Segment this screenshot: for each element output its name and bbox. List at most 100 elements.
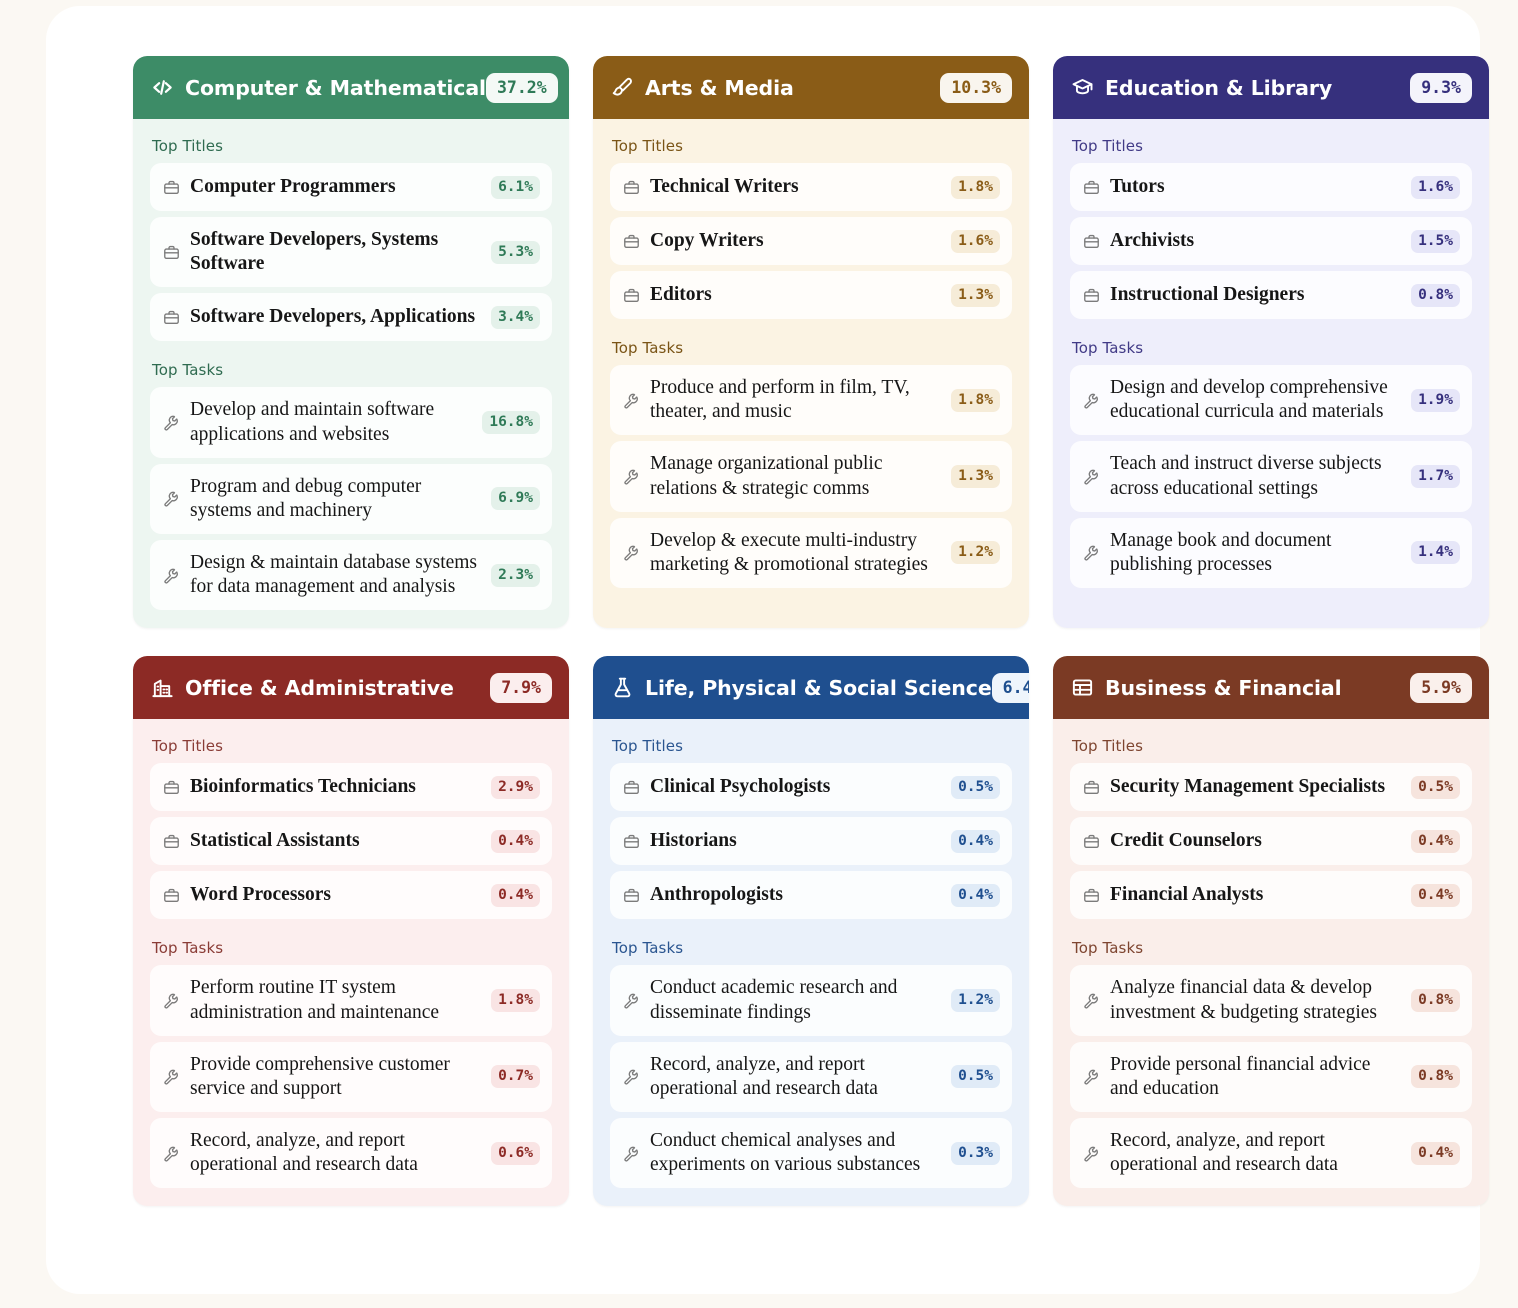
title-row[interactable]: Archivists 1.5%: [1070, 217, 1472, 265]
briefcase-icon: [623, 233, 640, 250]
section-label-top-titles: Top Titles: [1072, 137, 1144, 155]
graduation-cap-icon: [1071, 76, 1094, 99]
title-row[interactable]: Anthropologists 0.4%: [610, 871, 1012, 920]
section-label-top-tasks: Top Tasks: [612, 939, 684, 958]
task-row[interactable]: Manage book and document publishing proc…: [1070, 517, 1472, 589]
top-tasks-list: Develop and maintain software applicatio…: [150, 387, 552, 611]
task-label: Develop & execute multi-industry marketi…: [650, 529, 928, 575]
wrench-icon: [163, 1068, 180, 1085]
task-row[interactable]: Record, analyze, and report operational …: [610, 1041, 1012, 1113]
task-row[interactable]: Develop and maintain software applicatio…: [150, 387, 552, 458]
category-card: Computer & Mathematical 37.2% Top Titles Co…: [133, 56, 569, 629]
title-row[interactable]: Software Developers, Applications 3.4%: [150, 293, 552, 342]
task-percent: 0.7%: [491, 1065, 540, 1089]
title-label: Computer Programmers: [190, 175, 396, 197]
task-row[interactable]: Provide personal financial advice and ed…: [1070, 1041, 1472, 1113]
task-row[interactable]: Provide comprehensive customer service a…: [150, 1041, 552, 1113]
task-label: Analyze financial data & develop investm…: [1110, 977, 1377, 1023]
task-label: Teach and instruct diverse subjects acro…: [1110, 453, 1382, 499]
card-title: Computer & Mathematical: [185, 75, 486, 100]
wrench-icon: [1083, 1145, 1100, 1162]
task-row[interactable]: Conduct academic research and disseminat…: [610, 965, 1012, 1036]
office-building-icon: [151, 676, 174, 699]
task-percent: 1.8%: [491, 989, 540, 1013]
title-row[interactable]: Clinical Psychologists 0.5%: [610, 763, 1012, 812]
card-header: Business & Financial 5.9%: [1053, 656, 1489, 720]
top-titles-list: Bioinformatics Technicians 2.9% Statistica…: [150, 763, 552, 920]
task-label: Program and debug computer systems and m…: [190, 475, 422, 521]
briefcase-icon: [623, 287, 640, 304]
task-percent: 0.8%: [1411, 989, 1460, 1013]
card-body: Top Titles Tutors 1.6% Archivists 1.5% Instru…: [1053, 119, 1489, 628]
card-header: Office & Administrative 7.9%: [133, 656, 569, 720]
briefcase-icon: [1083, 179, 1100, 196]
title-row[interactable]: Credit Counselors 0.4%: [1070, 817, 1472, 866]
title-row[interactable]: Bioinformatics Technicians 2.9%: [150, 763, 552, 812]
title-percent: 2.9%: [491, 775, 540, 799]
task-label: Manage organizational public relations &…: [650, 453, 883, 499]
wrench-icon: [623, 544, 640, 561]
title-row[interactable]: Technical Writers 1.8%: [610, 163, 1012, 211]
task-percent: 16.8%: [482, 411, 540, 435]
task-label: Provide comprehensive customer service a…: [190, 1053, 450, 1099]
briefcase-icon: [163, 887, 180, 904]
title-row[interactable]: Word Processors 0.4%: [150, 871, 552, 920]
briefcase-icon: [1083, 779, 1100, 796]
wrench-icon: [1083, 468, 1100, 485]
briefcase-icon: [1083, 287, 1100, 304]
title-label: Security Management Specialists: [1110, 776, 1386, 798]
task-row[interactable]: Conduct chemical analyses and experiment…: [610, 1118, 1012, 1189]
task-row[interactable]: Record, analyze, and report operational …: [1070, 1118, 1472, 1189]
briefcase-icon: [1083, 887, 1100, 904]
title-percent: 0.4%: [951, 883, 1000, 907]
title-label: Software Developers, Applications: [190, 306, 476, 328]
task-percent: 0.4%: [1411, 1141, 1460, 1165]
wrench-icon: [623, 1068, 640, 1085]
top-titles-list: Security Management Specialists 0.5% Credi…: [1070, 763, 1472, 920]
wrench-icon: [623, 992, 640, 1009]
title-row[interactable]: Tutors 1.6%: [1070, 163, 1472, 211]
title-row[interactable]: Security Management Specialists 0.5%: [1070, 763, 1472, 812]
title-row[interactable]: Instructional Designers 0.8%: [1070, 271, 1472, 319]
task-percent: 6.9%: [491, 487, 540, 511]
task-percent: 1.2%: [951, 541, 1000, 565]
wrench-icon: [163, 567, 180, 584]
task-row[interactable]: Develop & execute multi-industry marketi…: [610, 517, 1012, 589]
briefcase-icon: [163, 779, 180, 796]
task-row[interactable]: Design and develop comprehensive educati…: [1070, 365, 1472, 436]
section-label-top-tasks: Top Tasks: [1072, 939, 1144, 958]
top-titles-list: Clinical Psychologists 0.5% Historians 0.4%…: [610, 763, 1012, 920]
card-body: Top Titles Bioinformatics Technicians 2.9%…: [133, 719, 569, 1206]
wrench-icon: [1083, 1068, 1100, 1085]
title-row[interactable]: Financial Analysts 0.4%: [1070, 871, 1472, 920]
task-row[interactable]: Produce and perform in film, TV, theater…: [610, 365, 1012, 436]
task-row[interactable]: Analyze financial data & develop investm…: [1070, 965, 1472, 1036]
title-row[interactable]: Editors 1.3%: [610, 271, 1012, 319]
task-row[interactable]: Design & maintain database systems for d…: [150, 540, 552, 611]
task-row[interactable]: Perform routine IT system administration…: [150, 965, 552, 1036]
task-row[interactable]: Teach and instruct diverse subjects acro…: [1070, 441, 1472, 512]
title-percent: 0.5%: [951, 775, 1000, 799]
task-label: Record, analyze, and report operational …: [1110, 1130, 1338, 1176]
briefcase-icon: [623, 833, 640, 850]
top-titles-list: Computer Programmers 6.1% Software Develop…: [150, 163, 552, 342]
wrench-icon: [623, 1145, 640, 1162]
card-body: Top Titles Security Management Specialist…: [1053, 719, 1489, 1206]
title-label: Historians: [650, 830, 737, 852]
section-label-top-tasks: Top Tasks: [152, 361, 224, 380]
title-label: Bioinformatics Technicians: [190, 776, 416, 798]
title-percent: 1.6%: [1411, 175, 1460, 199]
title-row[interactable]: Statistical Assistants 0.4%: [150, 817, 552, 866]
task-row[interactable]: Record, analyze, and report operational …: [150, 1118, 552, 1189]
title-row[interactable]: Computer Programmers 6.1%: [150, 163, 552, 211]
task-label: Perform routine IT system administration…: [190, 977, 440, 1023]
title-row[interactable]: Copy Writers 1.6%: [610, 217, 1012, 265]
title-row[interactable]: Software Developers, Systems Software 5.3…: [150, 217, 552, 288]
task-percent: 2.3%: [491, 563, 540, 587]
wrench-icon: [163, 414, 180, 431]
top-tasks-list: Analyze financial data & develop investm…: [1070, 965, 1472, 1189]
card-body: Top Titles Technical Writers 1.8% Copy Writ…: [593, 119, 1029, 628]
title-row[interactable]: Historians 0.4%: [610, 817, 1012, 866]
task-row[interactable]: Manage organizational public relations &…: [610, 441, 1012, 512]
task-row[interactable]: Program and debug computer systems and m…: [150, 463, 552, 535]
